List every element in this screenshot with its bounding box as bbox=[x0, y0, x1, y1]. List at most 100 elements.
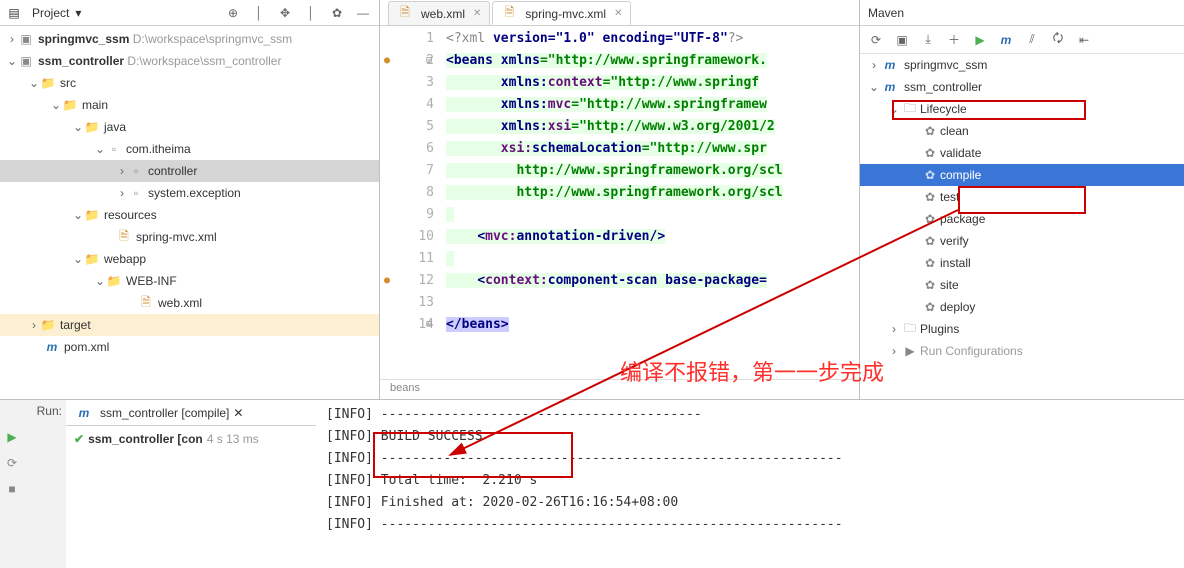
project-panel: ▤ Project ▾ ⊕ │ ✥ │ ✿ — ›▣springmvc_ssm … bbox=[0, 0, 380, 399]
gear-icon: ✿ bbox=[922, 278, 938, 292]
chevron-down-icon[interactable]: ⌄ bbox=[50, 98, 62, 112]
tree-row[interactable]: ⌄📁WEB-INF bbox=[0, 270, 379, 292]
collapse-icon[interactable]: ⇤ bbox=[1076, 32, 1092, 48]
tree-row-target[interactable]: ›📁target bbox=[0, 314, 379, 336]
project-tree[interactable]: ›▣springmvc_ssm D:\workspace\springmvc_s… bbox=[0, 26, 379, 399]
chevron-right-icon[interactable]: › bbox=[888, 344, 900, 358]
tree-row[interactable]: 🗎spring-mvc.xml bbox=[0, 226, 379, 248]
tree-row[interactable]: ⌄📁main bbox=[0, 94, 379, 116]
add-icon[interactable]: ＋ bbox=[946, 32, 962, 48]
rerun-icon[interactable]: ▶ bbox=[7, 430, 16, 444]
tree-row[interactable]: ⌄📁java bbox=[0, 116, 379, 138]
chevron-right-icon[interactable]: › bbox=[116, 164, 128, 178]
breadcrumb[interactable]: beans bbox=[380, 379, 859, 399]
minimize-icon[interactable]: — bbox=[353, 3, 373, 23]
code-lines[interactable]: <?xml version="1.0" encoding="UTF-8"?> <… bbox=[440, 26, 859, 379]
chevron-down-icon[interactable]: ⌄ bbox=[72, 208, 84, 222]
run-result-row[interactable]: ✔ ssm_controller [con 4 s 13 ms bbox=[66, 426, 316, 452]
web-folder-icon: 📁 bbox=[84, 251, 100, 267]
divider-icon: │ bbox=[249, 3, 269, 23]
tree-row[interactable]: ⌄📁webapp bbox=[0, 248, 379, 270]
maven-goal-package[interactable]: ✿package bbox=[860, 208, 1184, 230]
success-check-icon: ✔ bbox=[74, 432, 84, 446]
tree-row-controller[interactable]: ›▫controller bbox=[0, 160, 379, 182]
tree-row[interactable]: ⌄▫com.itheima bbox=[0, 138, 379, 160]
gear-icon: ✿ bbox=[922, 234, 938, 248]
run-console[interactable]: [INFO] ---------------------------------… bbox=[316, 400, 1184, 568]
maven-project-row[interactable]: ⌄mssm_controller bbox=[860, 76, 1184, 98]
gear-icon: ✿ bbox=[922, 146, 938, 160]
tree-row[interactable]: ›▣springmvc_ssm D:\workspace\springmvc_s… bbox=[0, 28, 379, 50]
src-folder-icon: 📁 bbox=[84, 119, 100, 135]
chevron-down-icon[interactable]: ⌄ bbox=[888, 102, 900, 116]
maven-project-row[interactable]: ›mspringmvc_ssm bbox=[860, 54, 1184, 76]
chevron-down-icon[interactable]: ⌄ bbox=[28, 76, 40, 90]
gear-icon: ✿ bbox=[922, 212, 938, 226]
chevron-down-icon[interactable]: ⌄ bbox=[6, 54, 18, 68]
tab-web-xml[interactable]: 🗎web.xml✕ bbox=[388, 1, 490, 25]
chevron-down-icon[interactable]: ⌄ bbox=[72, 120, 84, 134]
maven-goal-install[interactable]: ✿install bbox=[860, 252, 1184, 274]
offline-icon[interactable]: 🗘 bbox=[1050, 32, 1066, 48]
stop-icon[interactable]: ■ bbox=[8, 482, 15, 496]
project-title: Project bbox=[32, 6, 69, 20]
tree-row[interactable]: ⌄📁src bbox=[0, 72, 379, 94]
expand-icon[interactable]: ✥ bbox=[275, 3, 295, 23]
resources-folder-icon: 📁 bbox=[84, 207, 100, 223]
xml-file-icon: 🗎 bbox=[501, 6, 517, 22]
debug-icon[interactable]: ⟳ bbox=[7, 456, 17, 470]
target-icon[interactable]: ⊕ bbox=[223, 3, 243, 23]
gear-icon: ✿ bbox=[922, 124, 938, 138]
fold-icon[interactable]: ⊟ bbox=[422, 50, 432, 72]
maven-tree[interactable]: ›mspringmvc_ssm ⌄mssm_controller ⌄🗀Lifec… bbox=[860, 54, 1184, 399]
maven-icon[interactable]: m bbox=[998, 32, 1014, 48]
maven-goal-compile[interactable]: ✿compile bbox=[860, 164, 1184, 186]
maven-lifecycle-row[interactable]: ⌄🗀Lifecycle bbox=[860, 98, 1184, 120]
chevron-right-icon[interactable]: › bbox=[28, 318, 40, 332]
tree-row[interactable]: 🗎web.xml bbox=[0, 292, 379, 314]
maven-goal-verify[interactable]: ✿verify bbox=[860, 230, 1184, 252]
gutter: 1 ●⊟2 3 4 5 6 7 8 9 10 11 ●12 13 ⊟14 bbox=[380, 26, 440, 379]
project-header: ▤ Project ▾ ⊕ │ ✥ │ ✿ — bbox=[0, 0, 379, 26]
tree-row[interactable]: ›▫system.exception bbox=[0, 182, 379, 204]
chevron-down-icon[interactable]: ⌄ bbox=[94, 142, 106, 156]
gear-icon[interactable]: ✿ bbox=[327, 3, 347, 23]
close-icon[interactable]: ✕ bbox=[473, 8, 481, 19]
skip-tests-icon[interactable]: ⫽ bbox=[1024, 32, 1040, 48]
bean-icon[interactable]: ● bbox=[384, 50, 390, 72]
dropdown-arrow-icon[interactable]: ▾ bbox=[75, 6, 81, 20]
divider-icon: │ bbox=[301, 3, 321, 23]
tab-spring-mvc-xml[interactable]: 🗎spring-mvc.xml✕ bbox=[492, 1, 631, 25]
code-editor[interactable]: 1 ●⊟2 3 4 5 6 7 8 9 10 11 ●12 13 ⊟14 <?x… bbox=[380, 26, 859, 379]
run-icon[interactable]: ▶ bbox=[972, 32, 988, 48]
close-icon[interactable]: ✕ bbox=[614, 8, 622, 19]
maven-goal-deploy[interactable]: ✿deploy bbox=[860, 296, 1184, 318]
generate-icon[interactable]: ▣ bbox=[894, 32, 910, 48]
chevron-right-icon[interactable]: › bbox=[888, 322, 900, 336]
bean-icon[interactable]: ● bbox=[384, 270, 390, 292]
maven-plugins-row[interactable]: ›🗀Plugins bbox=[860, 318, 1184, 340]
maven-goal-site[interactable]: ✿site bbox=[860, 274, 1184, 296]
run-tab[interactable]: mssm_controller [compile]✕ bbox=[70, 403, 249, 423]
maven-file-icon: m bbox=[44, 339, 60, 355]
maven-goal-test[interactable]: ✿test bbox=[860, 186, 1184, 208]
run-tabs-col: mssm_controller [compile]✕ ✔ ssm_control… bbox=[66, 400, 316, 568]
chevron-down-icon[interactable]: ⌄ bbox=[72, 252, 84, 266]
maven-icon: m bbox=[76, 405, 92, 421]
tree-row[interactable]: mpom.xml bbox=[0, 336, 379, 358]
tree-row[interactable]: ⌄▣ssm_controller D:\workspace\ssm_contro… bbox=[0, 50, 379, 72]
download-icon[interactable]: ⤓ bbox=[920, 32, 936, 48]
chevron-down-icon[interactable]: ⌄ bbox=[868, 80, 880, 94]
chevron-right-icon[interactable]: › bbox=[868, 58, 880, 72]
chevron-right-icon[interactable]: › bbox=[116, 186, 128, 200]
xml-file-icon: 🗎 bbox=[138, 295, 154, 311]
fold-end-icon[interactable]: ⊟ bbox=[422, 314, 432, 336]
tree-row[interactable]: ⌄📁resources bbox=[0, 204, 379, 226]
refresh-icon[interactable]: ⟳ bbox=[868, 32, 884, 48]
maven-goal-clean[interactable]: ✿clean bbox=[860, 120, 1184, 142]
chevron-right-icon[interactable]: › bbox=[6, 32, 18, 46]
close-icon[interactable]: ✕ bbox=[233, 406, 243, 420]
chevron-down-icon[interactable]: ⌄ bbox=[94, 274, 106, 288]
maven-runconf-row[interactable]: ›▶Run Configurations bbox=[860, 340, 1184, 362]
maven-goal-validate[interactable]: ✿validate bbox=[860, 142, 1184, 164]
